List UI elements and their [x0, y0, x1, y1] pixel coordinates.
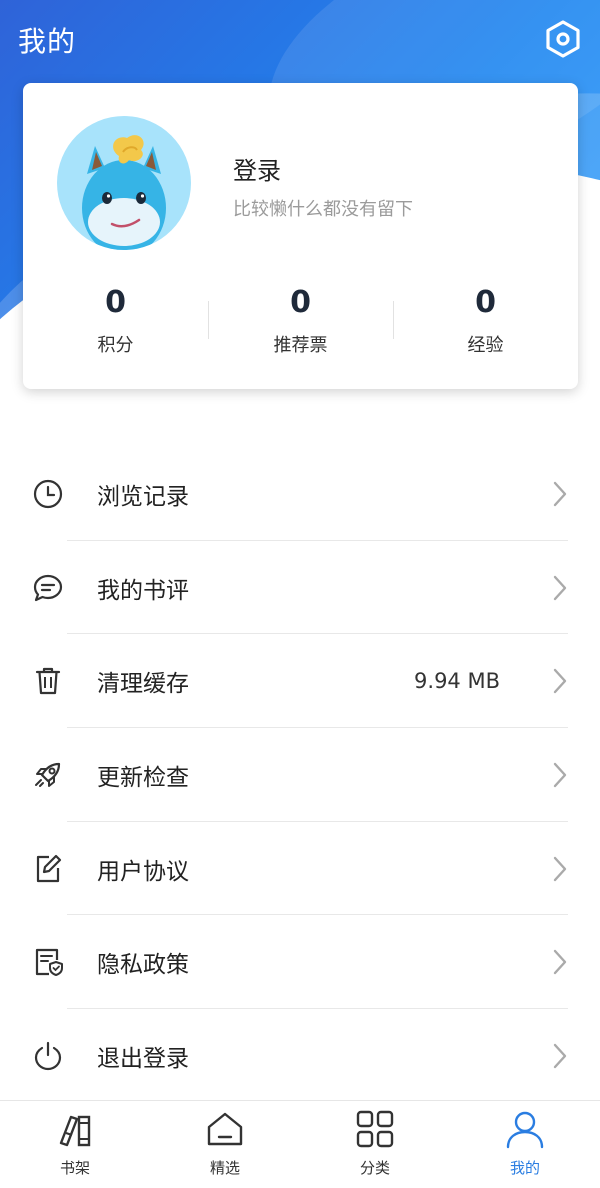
page-title: 我的 [18, 25, 77, 58]
comment-icon [32, 572, 64, 604]
chevron-right-icon [550, 1042, 570, 1070]
stat-points-value: 0 [105, 285, 126, 320]
menu-item-label: 用户协议 [97, 858, 189, 885]
chevron-right-icon [550, 761, 570, 789]
menu-item-browse-history[interactable]: 浏览记录 [0, 447, 600, 541]
tab-label: 书架 [59, 1159, 90, 1177]
tab-label: 精选 [209, 1159, 240, 1177]
stat-experience-value: 0 [475, 285, 496, 320]
grid-icon [356, 1110, 394, 1148]
chevron-right-icon [550, 480, 570, 508]
rocket-icon [32, 759, 64, 791]
stat-recommend-votes[interactable]: 0 推荐票 [208, 283, 393, 363]
settings-button[interactable] [544, 20, 582, 58]
tab-mine[interactable]: 我的 [450, 1101, 600, 1188]
bookshelf-icon [59, 1115, 91, 1147]
menu-item-user-agreement[interactable]: 用户协议 [0, 822, 600, 916]
tab-bookshelf[interactable]: 书架 [0, 1101, 150, 1188]
cache-size-value: 9.94 MB [414, 669, 500, 694]
chevron-right-icon [550, 667, 570, 695]
tab-categories[interactable]: 分类 [300, 1101, 450, 1188]
menu-item-my-reviews[interactable]: 我的书评 [0, 541, 600, 635]
tab-featured[interactable]: 精选 [150, 1101, 300, 1188]
menu-item-label: 更新检查 [97, 764, 189, 791]
user-bio: 比较懒什么都没有留下 [233, 199, 413, 220]
chevron-right-icon [550, 574, 570, 602]
menu-item-label: 清理缓存 [97, 671, 189, 698]
menu-item-privacy-policy[interactable]: 隐私政策 [0, 915, 600, 1010]
chevron-right-icon [550, 855, 570, 883]
menu-item-label: 我的书评 [97, 577, 189, 604]
stat-recommend-votes-value: 0 [290, 285, 311, 320]
stat-experience[interactable]: 0 经验 [393, 283, 578, 363]
menu-item-clear-cache[interactable]: 清理缓存 9.94 MB [0, 634, 600, 729]
horse-mascot-avatar-icon [82, 135, 166, 250]
tab-label: 我的 [509, 1159, 540, 1177]
menu-item-logout[interactable]: 退出登录 [0, 1009, 600, 1103]
stat-recommend-votes-label: 推荐票 [273, 335, 328, 356]
stat-divider [208, 301, 209, 339]
edit-document-icon [32, 853, 64, 885]
tab-label: 分类 [359, 1159, 390, 1177]
power-icon [32, 1040, 64, 1072]
home-icon [207, 1112, 243, 1146]
menu-item-label: 浏览记录 [97, 483, 189, 510]
trash-icon [32, 665, 64, 697]
stats-row: 0 积分 0 推荐票 0 经验 [23, 283, 578, 363]
profile-card: 登录 比较懒什么都没有留下 0 积分 0 推荐票 0 经验 [23, 83, 578, 389]
chevron-right-icon [550, 948, 570, 976]
user-icon [506, 1111, 544, 1149]
stat-points[interactable]: 0 积分 [23, 283, 208, 363]
settings-hexagon-icon [546, 20, 580, 58]
menu-item-label: 退出登录 [97, 1045, 189, 1072]
clock-icon [32, 478, 64, 510]
menu-item-label: 隐私政策 [97, 952, 189, 979]
stat-points-label: 积分 [97, 335, 134, 356]
stat-divider [393, 301, 394, 339]
login-link[interactable]: 登录 [233, 151, 281, 186]
stat-experience-label: 经验 [467, 335, 504, 356]
menu-item-check-update[interactable]: 更新检查 [0, 728, 600, 822]
avatar[interactable] [57, 116, 191, 250]
settings-menu: 浏览记录 我的书评 清理缓存 9.94 MB 更新检查 用户协议 隐私政策 退出… [0, 447, 600, 1103]
bottom-tab-bar: 书架 精选 分类 我的 [0, 1100, 600, 1188]
privacy-shield-icon [32, 946, 64, 978]
